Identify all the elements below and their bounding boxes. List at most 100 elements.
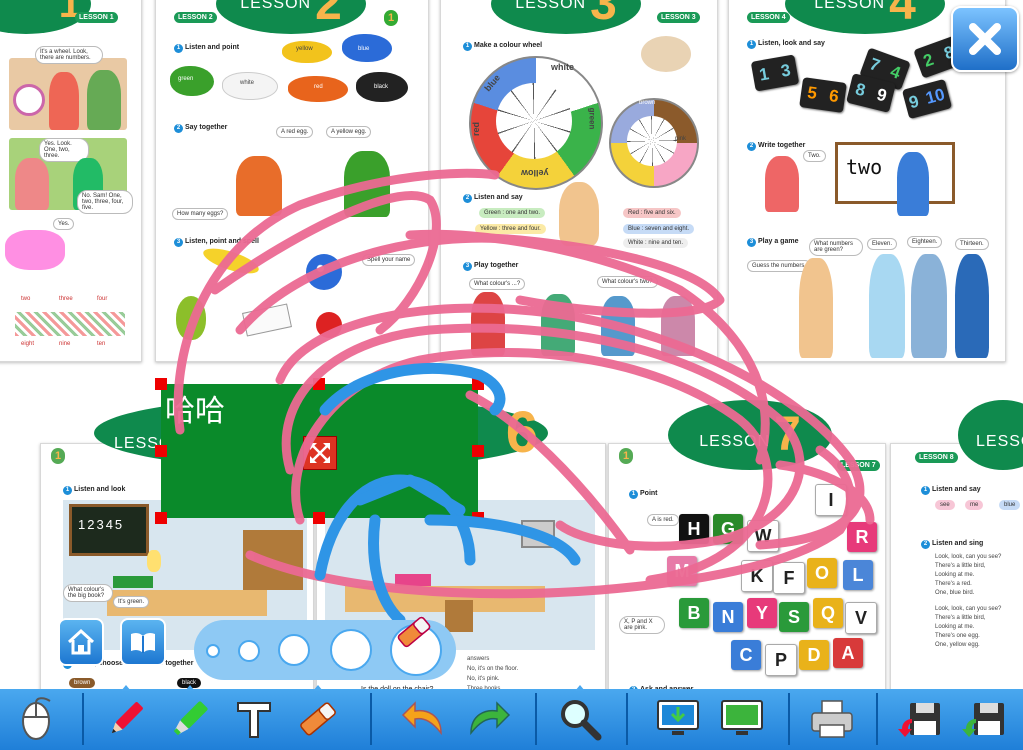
word-pill: blue <box>999 500 1021 510</box>
lesson-tag: LESSON 1 <box>75 12 118 23</box>
book-page-lesson-8[interactable]: LESSON 8 1 Listen and say see me blue 2 Li… <box>890 443 1023 705</box>
instruction-1: 1 Listen, look and say <box>747 40 825 49</box>
book-image <box>113 576 153 588</box>
book-page-lesson-1[interactable]: 1 LESSON 1 It's a wheel. Look, there are… <box>0 0 142 362</box>
close-icon <box>969 23 1001 55</box>
girl-figure <box>765 156 799 212</box>
letter-tile: O <box>807 558 837 588</box>
speech-bubble: It's green. <box>113 596 150 608</box>
pen-size-4[interactable] <box>330 629 372 671</box>
girl-juggling-figure <box>236 156 282 216</box>
letter-tile: K <box>741 560 773 592</box>
letter-tile: I <box>815 484 847 516</box>
word-label: ten <box>97 341 106 347</box>
screen-button[interactable] <box>714 691 770 747</box>
tool-options-caret[interactable] <box>575 685 585 691</box>
download-screen-button[interactable] <box>650 691 706 747</box>
mouse-pointer-button[interactable] <box>8 691 64 747</box>
resize-handle-top-right[interactable] <box>472 378 484 390</box>
home-button[interactable] <box>58 618 104 666</box>
tool-options-caret[interactable] <box>313 685 323 691</box>
book-page-lesson-2[interactable]: LESSON 2 LESSON 2 1 1 Listen and point ye… <box>155 0 429 362</box>
speech-bubble: Two. <box>803 150 826 162</box>
magnifier-button[interactable] <box>552 685 608 747</box>
letter-tile: D <box>799 640 829 670</box>
boy-figure <box>897 152 929 216</box>
resize-handle-top[interactable] <box>313 378 325 390</box>
pen-size-1[interactable] <box>206 644 220 658</box>
speech-bubble: Guess the numbers. <box>747 260 812 272</box>
tool-options-caret[interactable] <box>185 685 195 691</box>
colour-label: yellow <box>296 46 313 52</box>
book-page-lesson-3[interactable]: LESSON 3 LESSON 3 1 Make a colour wheel w… <box>440 0 718 362</box>
lesson-4-banner: LESSON 4 <box>785 0 945 34</box>
book-contents-button[interactable] <box>120 618 166 666</box>
toolbar-separator <box>876 693 878 745</box>
speech-bubble: A is red. <box>647 514 679 526</box>
wheel-word: green <box>587 107 597 130</box>
redo-button[interactable] <box>460 691 516 747</box>
word-label: brown <box>69 678 96 688</box>
colour-label: green <box>178 76 194 82</box>
wheel-center <box>627 116 677 166</box>
answer-option: No, it's pink. <box>467 676 500 682</box>
boy-figure <box>87 70 121 130</box>
eraser-button[interactable] <box>290 685 346 747</box>
resize-handle-bottom-left[interactable] <box>155 512 167 524</box>
child-figure <box>869 254 905 358</box>
print-button[interactable] <box>804 691 860 747</box>
clock-image <box>13 84 45 116</box>
colour-pill: Blue : seven and eight. <box>623 224 695 234</box>
song-line: Look, look, can you see? <box>935 606 1002 612</box>
letter-tile: P <box>765 644 797 676</box>
colour-label: black <box>374 84 389 90</box>
domino: 9 10 <box>901 78 953 120</box>
child-figure <box>955 254 989 358</box>
toolbar-separator <box>626 693 628 745</box>
child-figure <box>471 292 505 356</box>
colour-label: blue <box>358 46 370 52</box>
save-forward-button[interactable] <box>956 691 1012 747</box>
undo-button[interactable] <box>396 691 452 747</box>
toolbar-separator <box>370 693 372 745</box>
letter-tile: A <box>833 638 863 668</box>
boy-figure <box>15 158 49 210</box>
annotation-text[interactable]: 哈哈 <box>165 386 225 430</box>
answer-label: answers <box>467 656 490 662</box>
save-back-button[interactable] <box>892 691 948 747</box>
pen-size-3[interactable] <box>278 634 310 666</box>
resize-handle-bottom[interactable] <box>313 512 325 524</box>
text-tool-button[interactable] <box>226 691 282 747</box>
highlighter-button[interactable] <box>162 685 218 747</box>
resize-handle-left[interactable] <box>155 445 167 457</box>
eraser-image <box>242 303 292 337</box>
pen-size-2[interactable] <box>238 640 260 662</box>
toolbar-separator <box>82 693 84 745</box>
letter-tile: W <box>747 520 779 552</box>
book-image <box>395 574 431 586</box>
move-handle[interactable] <box>303 436 337 470</box>
resize-handle-bottom-right[interactable] <box>472 512 484 524</box>
book-page-lesson-7[interactable]: 1 LESSON 7 1 Point A is red. X, P and X a… <box>608 443 886 705</box>
wheel-word: red <box>471 121 482 137</box>
close-button[interactable] <box>951 6 1019 72</box>
small-wheel-word: pink <box>675 136 687 142</box>
resize-handle-top-left[interactable] <box>155 378 167 390</box>
child-figure <box>911 254 947 358</box>
resize-handle-right[interactable] <box>472 445 484 457</box>
song-line: One, blue bird. <box>935 590 975 596</box>
letter-tile: H <box>679 514 709 544</box>
colour-wheel-small <box>609 98 699 188</box>
toolbar-separator <box>788 693 790 745</box>
child-figure <box>601 296 635 356</box>
red-pen-button[interactable] <box>98 685 154 747</box>
instruction-1: 1 Listen and point <box>174 44 239 53</box>
paint-blob-yellow <box>282 41 332 63</box>
red-pen-icon <box>111 702 143 734</box>
speech-bubble: Spell your name <box>362 254 416 266</box>
comic-panel-1: It's a wheel. Look, there are numbers. <box>9 46 127 130</box>
eraser-icon <box>397 616 431 648</box>
tool-options-caret[interactable] <box>121 685 131 691</box>
word-label: two <box>21 296 31 302</box>
instruction-2: 2 Write together <box>747 142 805 151</box>
